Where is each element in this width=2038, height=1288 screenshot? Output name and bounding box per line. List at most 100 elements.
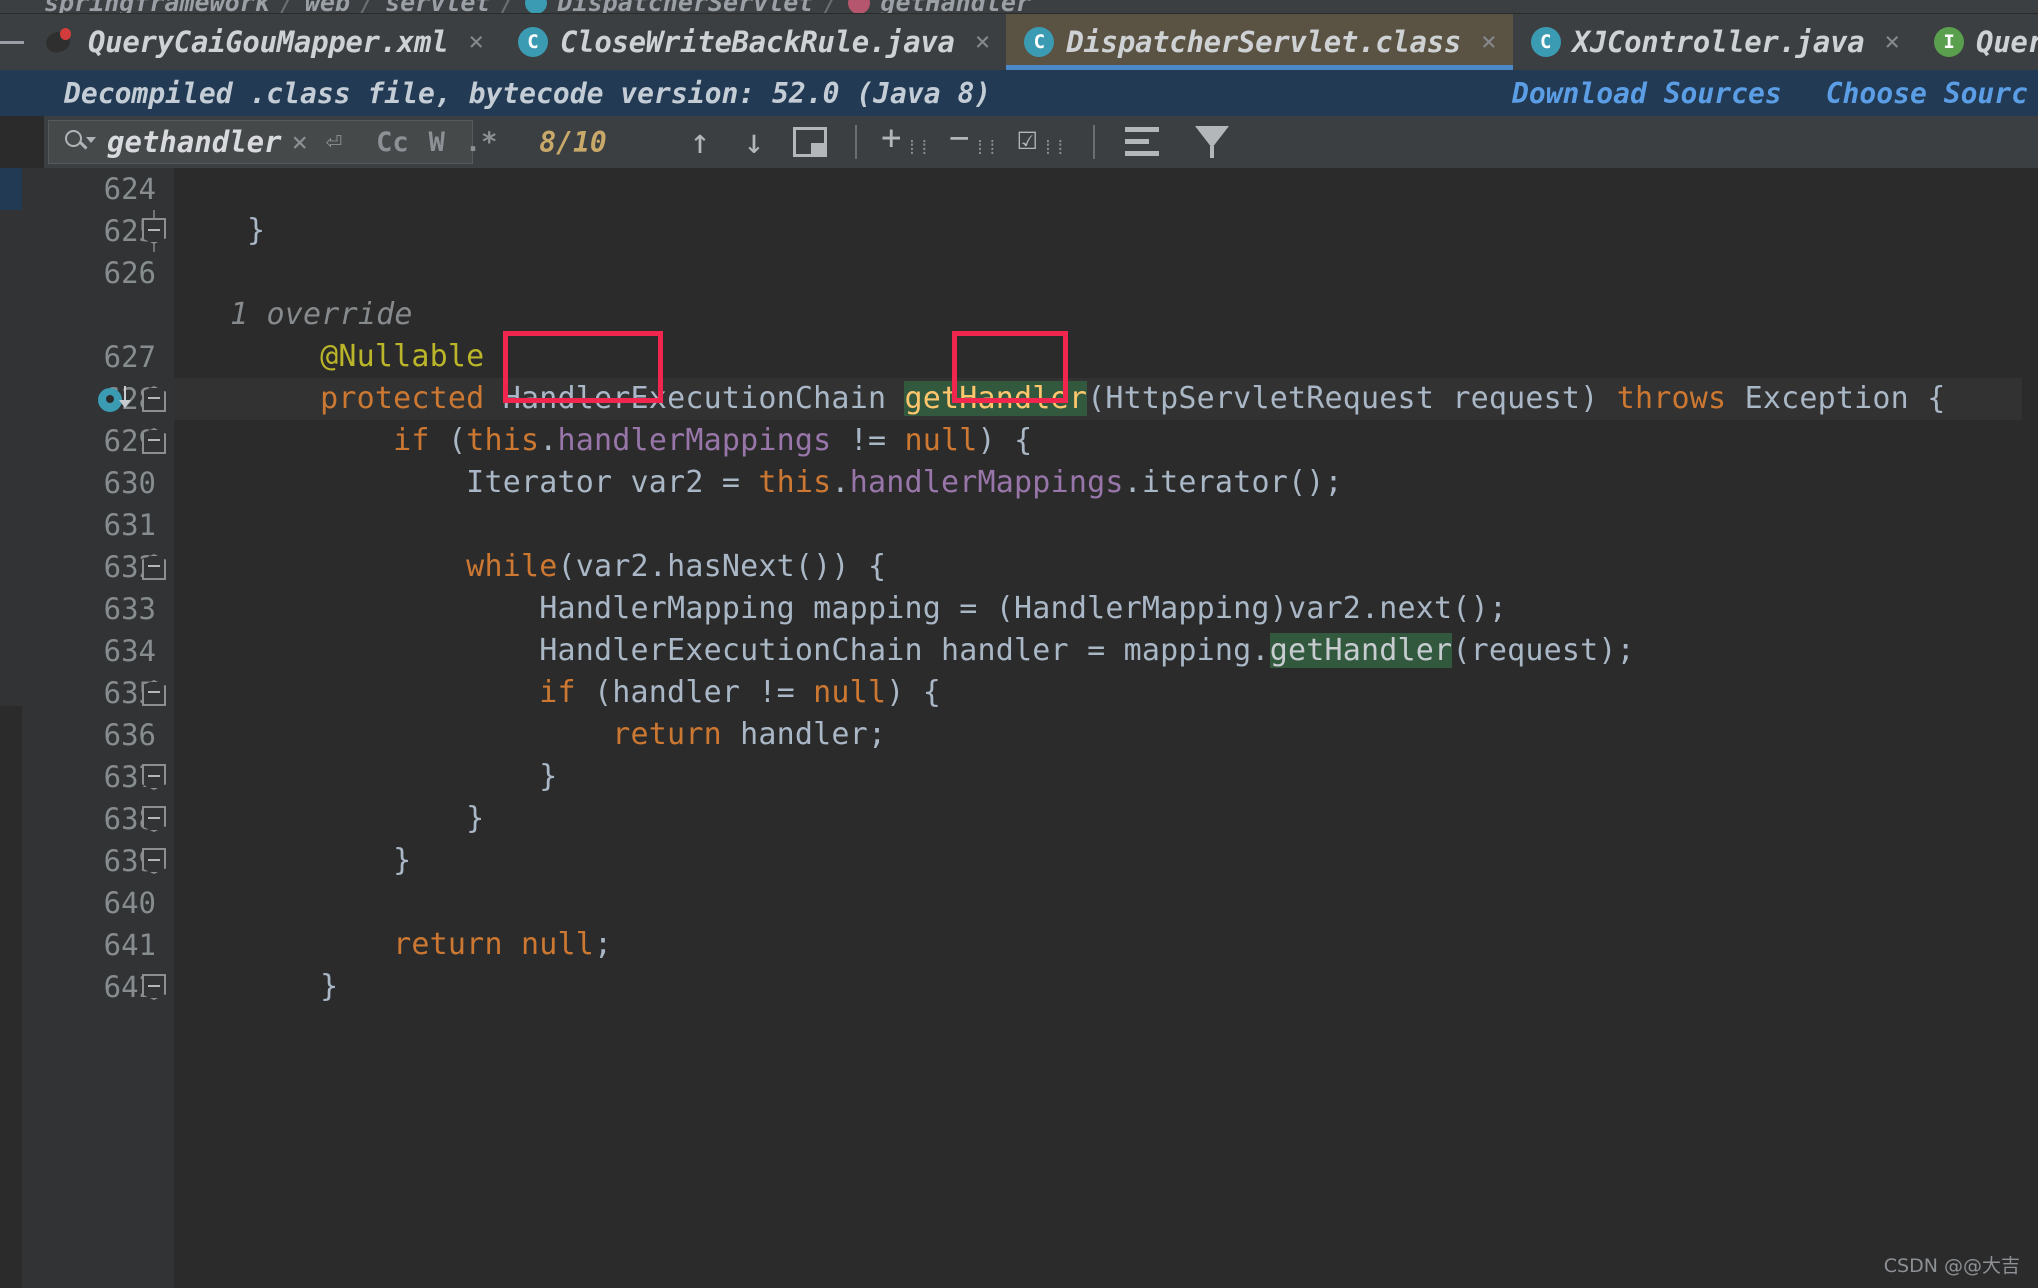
choose-sources-link[interactable]: Choose Sourc xyxy=(1826,77,2028,110)
code-line[interactable] xyxy=(174,504,2038,546)
gutter-row: 637 xyxy=(22,756,174,798)
code-line[interactable]: Iterator var2 = this.handlerMappings.ite… xyxy=(174,462,2038,504)
match-case-toggle[interactable]: Cc xyxy=(366,127,419,158)
gutter-row: 628 xyxy=(22,378,174,420)
line-number: 633 xyxy=(103,592,156,626)
gutter-row: 634 xyxy=(22,630,174,672)
divider xyxy=(1093,125,1095,159)
method-icon xyxy=(848,0,871,13)
xml-file-icon xyxy=(42,27,76,57)
gutter-row: 639 xyxy=(22,840,174,882)
line-number: 626 xyxy=(103,256,156,290)
tab-close-icon[interactable]: × xyxy=(1481,27,1497,57)
code-line-628[interactable]: protected HandlerExecutionChain getHandl… xyxy=(174,378,2038,420)
find-toolbar: gethandler × Cc W .* 8/10 ↑ ↓ +⁞⁞ −⁞⁞ ☑⁞… xyxy=(0,116,2038,168)
add-occurrence-icon[interactable]: + ⁞⁞ xyxy=(881,120,933,160)
tab-close-icon[interactable]: × xyxy=(468,27,484,57)
breadcrumb-left-pad xyxy=(0,0,44,13)
editor-gutter[interactable]: 624 625 626 627 628 629 630 631 632 633 … xyxy=(22,168,174,1288)
gutter-row: 631 xyxy=(22,504,174,546)
breadcrumb[interactable]: springframework / web / servlet / Dispat… xyxy=(0,0,2038,14)
interface-icon: I xyxy=(1934,27,1965,57)
breadcrumb-item-springframework[interactable]: springframework xyxy=(44,0,270,13)
breadcrumb-item-web[interactable]: web xyxy=(305,0,350,13)
editor-tab-bar: QueryCaiGouMapper.xml × C CloseWriteBack… xyxy=(0,14,2038,70)
download-sources-link[interactable]: Download Sources xyxy=(1512,77,1782,110)
filter-lines-icon[interactable] xyxy=(1125,127,1165,157)
decompiled-notification-bar: Decompiled .class file, bytecode version… xyxy=(0,70,2038,116)
breadcrumb-separator: / xyxy=(823,0,838,13)
clear-search-icon[interactable]: × xyxy=(282,127,318,158)
tab-label: CloseWriteBackRule.java xyxy=(560,25,955,59)
tab-label: QueryC xyxy=(1976,25,2038,59)
gutter-row: 632 xyxy=(22,546,174,588)
code-line[interactable]: } xyxy=(174,798,2038,840)
find-previous-icon[interactable]: ↑ xyxy=(673,122,727,162)
search-match-highlight[interactable]: getHandler xyxy=(904,381,1088,416)
class-icon xyxy=(525,0,548,13)
editor-left-rail xyxy=(0,168,22,1288)
gutter-row: 638 xyxy=(22,798,174,840)
search-icon[interactable] xyxy=(65,129,96,155)
minimize-icon[interactable] xyxy=(0,40,24,44)
select-in-editor-icon[interactable] xyxy=(793,127,827,157)
remove-occurrence-icon[interactable]: − ⁞⁞ xyxy=(949,120,1001,160)
code-line[interactable]: if (handler != null) { xyxy=(174,672,2038,714)
tab-close-icon[interactable]: × xyxy=(1884,27,1900,57)
tab-queryc[interactable]: I QueryC xyxy=(1916,14,2038,70)
gutter-row: 640 xyxy=(22,882,174,924)
code-line[interactable]: @Nullable xyxy=(174,336,2038,378)
code-line[interactable]: } xyxy=(174,840,2038,882)
tab-querycaigoumapper-xml[interactable]: QueryCaiGouMapper.xml × xyxy=(24,14,500,70)
code-line[interactable]: return handler; xyxy=(174,714,2038,756)
code-line[interactable]: return null; xyxy=(174,924,2038,966)
editor-scrollbar[interactable] xyxy=(2022,168,2038,1288)
code-line[interactable]: while(var2.hasNext()) { xyxy=(174,546,2038,588)
tab-label: QueryCaiGouMapper.xml xyxy=(88,25,449,59)
gutter-row: 625 xyxy=(22,210,174,252)
code-line[interactable]: HandlerMapping mapping = (HandlerMapping… xyxy=(174,588,2038,630)
find-next-icon[interactable]: ↓ xyxy=(727,122,781,162)
tab-label: XJController.java xyxy=(1572,25,1865,59)
code-line[interactable]: } xyxy=(174,210,2038,252)
filter-icon[interactable] xyxy=(1195,126,1229,158)
newline-icon[interactable] xyxy=(326,129,342,155)
tab-dispatcherservlet-class[interactable]: C DispatcherServlet.class × xyxy=(1006,14,1514,70)
code-content[interactable]: } 1 override @Nullable protected Handler… xyxy=(174,168,2038,1288)
gutter-row xyxy=(22,294,174,336)
gutter-row: 633 xyxy=(22,588,174,630)
code-line[interactable]: if (this.handlerMappings != null) { xyxy=(174,420,2038,462)
tab-closewritebackrule-java[interactable]: C CloseWriteBackRule.java × xyxy=(500,14,1006,70)
gutter-row: 641 xyxy=(22,924,174,966)
notification-actions: Download Sources Choose Sourc xyxy=(1512,77,2038,110)
code-line[interactable] xyxy=(174,882,2038,924)
breadcrumb-item-gethandler[interactable]: getHandler xyxy=(880,0,1031,13)
line-number xyxy=(22,294,174,336)
tab-close-icon[interactable]: × xyxy=(975,27,991,57)
code-editor[interactable]: 624 625 626 627 628 629 630 631 632 633 … xyxy=(0,168,2038,1288)
override-hint[interactable]: 1 override xyxy=(230,297,413,332)
code-line[interactable]: } xyxy=(174,756,2038,798)
code-line[interactable] xyxy=(174,252,2038,294)
match-counter: 8/10 xyxy=(539,125,607,159)
breadcrumb-item-servlet[interactable]: servlet xyxy=(385,0,490,13)
line-number: 641 xyxy=(103,928,156,962)
rail-marker-blue xyxy=(0,168,22,210)
code-line-634[interactable]: HandlerExecutionChain handler = mapping.… xyxy=(174,630,2038,672)
whole-words-toggle[interactable]: W xyxy=(419,127,455,158)
search-input[interactable]: gethandler × Cc W .* xyxy=(48,120,497,164)
code-line[interactable]: 1 override xyxy=(174,294,2038,336)
line-number: 624 xyxy=(103,172,156,206)
code-line[interactable]: } xyxy=(174,966,2038,1008)
breadcrumb-item-dispatcherservlet[interactable]: DispatcherServlet xyxy=(557,0,813,13)
line-number: 627 xyxy=(103,340,156,374)
gutter-row: 626 xyxy=(22,252,174,294)
select-all-occurrences-icon[interactable]: ☑ ⁞⁞ xyxy=(1017,120,1069,160)
gutter-row: 627 xyxy=(22,336,174,378)
line-number: 640 xyxy=(103,886,156,920)
code-line[interactable] xyxy=(174,168,2038,210)
tab-xjcontroller-java[interactable]: C XJController.java × xyxy=(1513,14,1916,70)
search-match-highlight[interactable]: getHandler xyxy=(1269,633,1453,668)
search-input-value: gethandler xyxy=(107,125,282,159)
breadcrumb-separator: / xyxy=(360,0,375,13)
